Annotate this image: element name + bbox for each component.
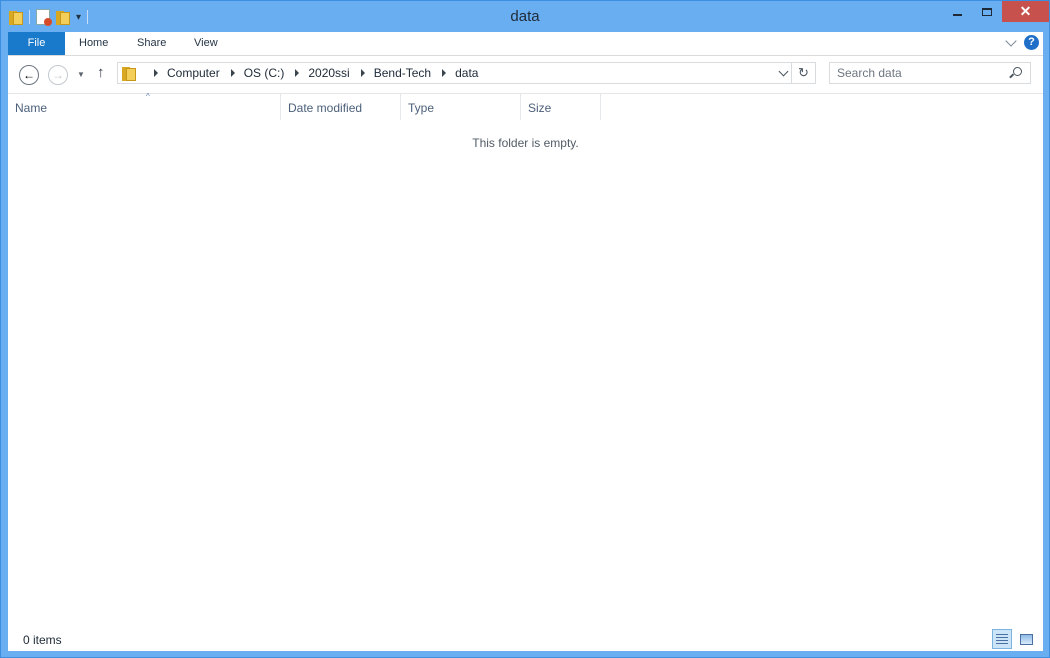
column-header-type[interactable]: Type bbox=[401, 94, 521, 120]
breadcrumb-chevron-icon[interactable] bbox=[360, 69, 365, 77]
tab-share[interactable]: Share bbox=[123, 32, 180, 55]
toolbar-separator bbox=[29, 10, 30, 24]
item-count: 0 items bbox=[23, 633, 62, 647]
breadcrumb: Computer OS (C:) 2020ssi Bend-Tech data bbox=[143, 63, 478, 83]
forward-arrow-icon: → bbox=[52, 68, 64, 82]
breadcrumb-item[interactable]: Computer bbox=[167, 66, 220, 80]
breadcrumb-chevron-icon[interactable] bbox=[230, 69, 235, 77]
search-box[interactable] bbox=[829, 62, 1031, 84]
details-view-icon bbox=[996, 633, 1008, 645]
tab-view[interactable]: View bbox=[180, 32, 232, 55]
column-header-date-modified[interactable]: Date modified bbox=[281, 94, 401, 120]
back-arrow-icon: ← bbox=[23, 68, 35, 82]
sort-ascending-icon: ^ bbox=[146, 92, 150, 101]
breadcrumb-item[interactable]: 2020ssi bbox=[308, 66, 349, 80]
breadcrumb-item[interactable]: OS (C:) bbox=[244, 66, 285, 80]
breadcrumb-item[interactable]: data bbox=[455, 66, 478, 80]
large-icons-view-button[interactable] bbox=[1016, 629, 1036, 649]
breadcrumb-chevron-icon[interactable] bbox=[295, 69, 300, 77]
column-header-name[interactable]: Name ^ bbox=[8, 92, 281, 120]
new-folder-icon[interactable] bbox=[56, 10, 70, 25]
maximize-icon bbox=[982, 7, 992, 16]
maximize-button[interactable] bbox=[972, 1, 1002, 22]
address-dropdown-icon[interactable] bbox=[778, 66, 789, 77]
large-icons-view-icon bbox=[1019, 633, 1033, 645]
refresh-icon: ↻ bbox=[798, 65, 809, 80]
window-controls: ✕ bbox=[942, 1, 1049, 22]
breadcrumb-item[interactable]: Bend-Tech bbox=[374, 66, 431, 80]
folder-icon bbox=[122, 66, 136, 81]
refresh-button[interactable]: ↻ bbox=[792, 62, 816, 84]
close-button[interactable]: ✕ bbox=[1002, 1, 1049, 22]
forward-button[interactable]: → bbox=[48, 65, 68, 85]
address-bar[interactable]: Computer OS (C:) 2020ssi Bend-Tech data bbox=[117, 62, 792, 84]
view-switcher bbox=[992, 629, 1036, 649]
status-bar: 0 items bbox=[8, 627, 1043, 651]
column-label: Name bbox=[15, 101, 48, 115]
column-headers: Name ^ Date modified Type Size bbox=[8, 92, 601, 120]
minimize-button[interactable] bbox=[942, 1, 972, 22]
back-button[interactable]: ← bbox=[19, 65, 39, 85]
tab-home[interactable]: Home bbox=[65, 32, 122, 55]
breadcrumb-chevron-icon[interactable] bbox=[154, 69, 158, 77]
title-bar[interactable]: data ▾ ✕ bbox=[1, 1, 1049, 32]
column-header-size[interactable]: Size bbox=[521, 94, 601, 120]
file-list[interactable]: Name ^ Date modified Type Size This fold… bbox=[8, 92, 1043, 627]
up-arrow-icon[interactable]: ↑ bbox=[97, 64, 105, 81]
recent-locations-dropdown-icon[interactable]: ▼ bbox=[77, 70, 85, 79]
ribbon-tabs: File Home Share View ? bbox=[8, 32, 1043, 56]
tab-file[interactable]: File bbox=[8, 32, 65, 55]
details-view-button[interactable] bbox=[992, 629, 1012, 649]
ribbon-controls: ? bbox=[1005, 34, 1039, 50]
properties-icon[interactable] bbox=[36, 9, 52, 26]
search-icon[interactable] bbox=[1013, 67, 1022, 76]
folder-icon[interactable] bbox=[9, 10, 23, 25]
help-icon[interactable]: ? bbox=[1024, 35, 1039, 50]
minimize-icon bbox=[952, 13, 962, 16]
close-icon: ✕ bbox=[1019, 3, 1032, 19]
breadcrumb-chevron-icon[interactable] bbox=[442, 69, 447, 77]
customize-dropdown-icon[interactable]: ▾ bbox=[76, 12, 81, 23]
window-title: data bbox=[510, 8, 540, 25]
navigation-bar: ← → ▼ ↑ Computer OS (C:) 2020ssi Bend-Te… bbox=[8, 56, 1043, 94]
search-input[interactable] bbox=[830, 63, 1005, 83]
quick-access-toolbar: ▾ bbox=[9, 7, 89, 27]
explorer-window: data ▾ ✕ File Home Share View ? ← → ▼ ↑ bbox=[0, 0, 1050, 658]
toolbar-separator bbox=[87, 10, 89, 24]
empty-folder-message: This folder is empty. bbox=[472, 136, 579, 150]
expand-ribbon-icon[interactable] bbox=[1005, 34, 1017, 47]
